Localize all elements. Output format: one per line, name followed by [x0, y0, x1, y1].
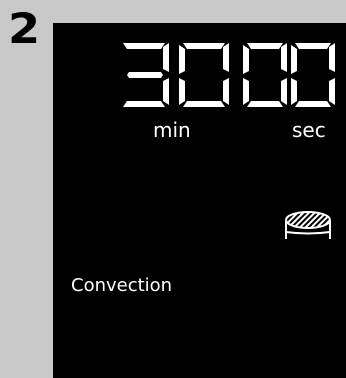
minutes-readout: 30 [117, 41, 229, 107]
seconds-readout: 00 [243, 41, 335, 107]
seconds-unit-label: sec [292, 118, 326, 142]
minutes-unit-label: min [153, 118, 191, 142]
oven-display: 30 00 min sec Convection [53, 23, 346, 378]
step-number: 2 [8, 4, 41, 53]
minutes-value: 30 [117, 41, 119, 42]
convection-pan-icon [285, 211, 331, 239]
seconds-value: 00 [243, 41, 245, 42]
cooking-mode-label: Convection [71, 275, 173, 296]
